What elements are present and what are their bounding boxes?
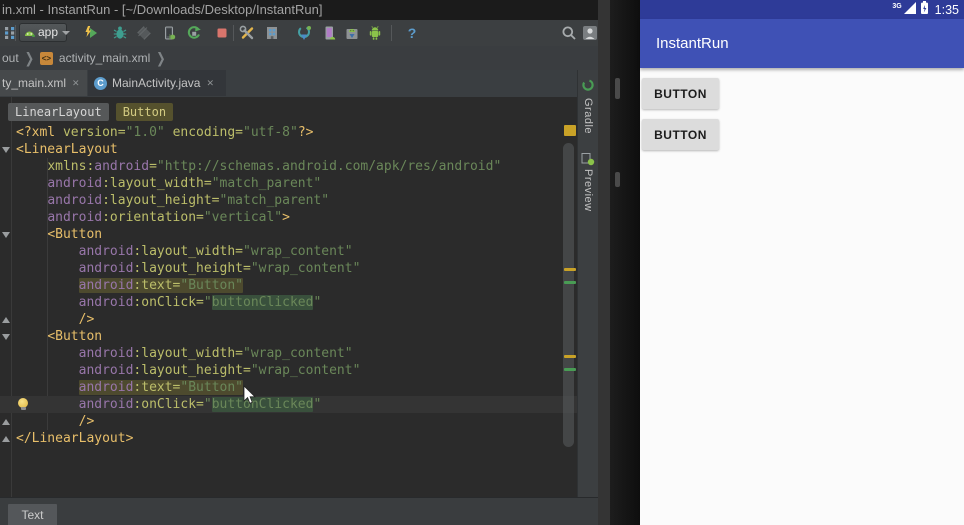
app-title: InstantRun [640, 19, 964, 68]
run-icon[interactable] [83, 25, 99, 41]
code-line[interactable]: android:onClick="buttonClicked" [0, 294, 577, 311]
run-configuration-dropdown[interactable]: app [19, 23, 67, 42]
network-type-label: 3G [892, 3, 901, 10]
xml-file-icon: <> [40, 52, 53, 65]
code-line[interactable]: android:layout_width="wrap_content" [0, 243, 577, 260]
sync-project-icon[interactable] [239, 25, 255, 41]
app-button-1[interactable]: BUTTON [642, 78, 719, 109]
device-status-bar: 3G 1:35 [640, 0, 964, 19]
search-icon[interactable] [561, 25, 577, 41]
code-line[interactable]: xmlns:android="http://schemas.android.co… [0, 158, 577, 175]
editor-tab-bar: ty_main.xml C MainActivity.java [0, 70, 598, 98]
error-stripe-mark[interactable] [564, 125, 576, 136]
android-studio-window: in.xml - InstantRun - [~/Downloads/Deskt… [0, 0, 598, 525]
battery-icon [920, 0, 929, 20]
run-config-label: app [38, 24, 58, 41]
code-line[interactable]: <Button [0, 226, 577, 243]
toolbar-separator [15, 25, 16, 41]
fold-collapse-icon[interactable] [2, 147, 10, 153]
chevron-down-icon [62, 31, 70, 35]
tab-mainactivity-java[interactable]: C MainActivity.java [88, 70, 226, 96]
help-icon[interactable]: ? [404, 25, 420, 41]
code-line[interactable]: /> [0, 311, 577, 328]
app-button-2[interactable]: BUTTON [642, 119, 719, 150]
java-class-icon: C [94, 77, 107, 90]
emulator-side-button [615, 78, 620, 99]
code-line[interactable]: android:orientation="vertical"> [0, 209, 577, 226]
editor-mode-bar: Text [0, 497, 598, 525]
fold-end-icon[interactable] [2, 419, 10, 425]
rerun-icon[interactable] [186, 25, 202, 41]
code-line[interactable]: android:layout_height="wrap_content" [0, 362, 577, 379]
breadcrumb-chip-button[interactable]: Button [116, 103, 173, 121]
code-line[interactable]: android:layout_width="match_parent" [0, 175, 577, 192]
code-line[interactable]: android:onClick="buttonClicked" [0, 396, 577, 413]
app-bar: InstantRun [640, 19, 964, 68]
scrollbar-thumb[interactable] [563, 143, 574, 447]
code-line[interactable]: android:layout_width="wrap_content" [0, 345, 577, 362]
fold-collapse-icon[interactable] [2, 232, 10, 238]
code-line[interactable]: android:text="Button" [0, 277, 577, 294]
window-titlebar: in.xml - InstantRun - [~/Downloads/Deskt… [0, 0, 600, 20]
breadcrumb-chip-linearlayout[interactable]: LinearLayout [8, 103, 109, 121]
tab-label: MainActivity.java [112, 76, 200, 90]
tool-window-gradle[interactable]: Gradle [582, 98, 594, 134]
attach-debugger-icon[interactable] [161, 25, 177, 41]
emulator-screen: 3G 1:35 InstantRun BUTTON BUTTON [640, 0, 964, 525]
error-stripe-mark[interactable] [564, 368, 576, 371]
window-title: in.xml - InstantRun - [~/Downloads/Deskt… [2, 2, 322, 17]
code-line[interactable]: /> [0, 413, 577, 430]
gradle-sync-icon[interactable] [296, 25, 312, 41]
avd-manager-icon[interactable] [321, 25, 337, 41]
project-structure-icon[interactable] [264, 25, 280, 41]
tab-label: ty_main.xml [2, 76, 66, 90]
sdk-manager-icon[interactable] [344, 25, 360, 41]
tab-activity-main-xml[interactable]: ty_main.xml [0, 70, 87, 96]
code-line[interactable]: <?xml version="1.0" encoding="utf-8"?> [0, 124, 577, 141]
editor-breadcrumbs: LinearLayout Button [8, 103, 173, 121]
signal-icon [904, 1, 916, 19]
coverage-icon[interactable] [136, 25, 152, 41]
emulator-bezel [610, 0, 640, 525]
toolbar-separator [233, 25, 234, 41]
code-line[interactable]: android:layout_height="wrap_content" [0, 260, 577, 277]
clock-label: 1:35 [935, 3, 959, 17]
window-gap [598, 0, 610, 525]
toolbar-separator [391, 25, 392, 41]
stop-icon[interactable] [214, 25, 230, 41]
close-icon[interactable] [72, 78, 80, 89]
main-toolbar: app [0, 20, 598, 47]
error-stripe-mark[interactable] [564, 355, 576, 358]
code-line[interactable]: </LinearLayout> [0, 430, 577, 447]
tab-text-mode[interactable]: Text [8, 504, 57, 525]
code-lines[interactable]: <?xml version="1.0" encoding="utf-8"?><L… [0, 124, 577, 447]
error-stripe-mark[interactable] [564, 281, 576, 284]
gradle-icon [581, 78, 595, 97]
device-monitor-icon[interactable] [367, 25, 383, 41]
code-line[interactable]: <LinearLayout [0, 141, 577, 158]
code-line[interactable]: android:text="Button" [0, 379, 577, 396]
navigation-breadcrumb: out <> activity_main.xml [0, 46, 598, 71]
fold-collapse-icon[interactable] [2, 334, 10, 340]
mouse-cursor [243, 385, 257, 410]
code-line[interactable]: android:layout_height="match_parent" [0, 192, 577, 209]
emulator-side-button [615, 172, 620, 187]
error-stripe-mark[interactable] [564, 268, 576, 271]
chevron-right-icon [21, 50, 38, 67]
debug-icon[interactable] [112, 25, 128, 41]
code-line[interactable]: <Button [0, 328, 577, 345]
chevron-right-icon [152, 50, 169, 67]
right-tool-stripe: Gradle Preview [577, 70, 598, 497]
android-head-icon [24, 24, 35, 42]
fold-end-icon[interactable] [2, 317, 10, 323]
screenshot-root: in.xml - InstantRun - [~/Downloads/Deskt… [0, 0, 964, 525]
code-editor[interactable]: LinearLayout Button <?xml version="1.0" … [0, 97, 577, 497]
user-icon[interactable] [582, 25, 598, 41]
fold-end-icon[interactable] [2, 436, 10, 442]
breadcrumb-item-layout[interactable]: out [0, 51, 21, 65]
close-icon[interactable] [206, 78, 214, 89]
breadcrumb-item-file[interactable]: activity_main.xml [57, 51, 152, 65]
tool-window-preview[interactable]: Preview [582, 169, 594, 212]
intention-bulb-icon[interactable] [18, 398, 28, 408]
